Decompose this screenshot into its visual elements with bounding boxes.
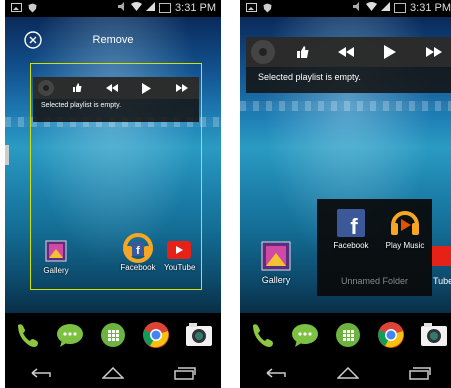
- left-phone-screen: 3:31 PM Remove Selected playlist is empt…: [5, 0, 221, 388]
- chrome-icon[interactable]: [142, 321, 170, 349]
- folder-app-play-music[interactable]: Play Music: [381, 207, 429, 250]
- dock: [5, 313, 221, 357]
- right-phone-screen: 3:31 PM Selected playlist is empty. Gall…: [240, 0, 451, 388]
- status-bar: 3:31 PM: [240, 0, 451, 17]
- app-label: Gallery: [261, 275, 291, 285]
- album-art-icon: [246, 37, 280, 67]
- home-icon[interactable]: [333, 363, 363, 383]
- picture-notification-icon: [11, 3, 22, 16]
- edge-handle: [5, 145, 9, 165]
- phone-icon[interactable]: [248, 321, 276, 349]
- nav-bar: [5, 357, 221, 388]
- wifi-icon: [366, 2, 378, 14]
- music-widget[interactable]: Selected playlist is empty.: [33, 77, 199, 122]
- app-label: Facebook: [120, 263, 156, 272]
- open-folder: f Facebook Play Music Unnamed Folder: [317, 199, 432, 296]
- battery-icon: [159, 3, 172, 13]
- facebook-icon: f: [123, 233, 153, 263]
- remove-bar[interactable]: Remove: [5, 17, 221, 62]
- app-label: Gallery: [43, 266, 69, 275]
- play-music-icon: [391, 211, 419, 235]
- folder-name[interactable]: Unnamed Folder: [317, 276, 432, 286]
- dock: [240, 313, 451, 357]
- gallery-icon: [261, 241, 291, 271]
- app-gallery[interactable]: Gallery: [256, 241, 296, 285]
- youtube-icon: [167, 241, 191, 259]
- next-icon[interactable]: [164, 84, 199, 92]
- play-icon[interactable]: [368, 45, 412, 59]
- status-time: 3:31 PM: [410, 2, 451, 14]
- gallery-icon: [45, 240, 67, 262]
- play-icon[interactable]: [129, 82, 164, 94]
- app-label: Facebook: [333, 241, 369, 250]
- app-drawer-icon[interactable]: [99, 321, 127, 349]
- thumbs-up-icon[interactable]: [59, 83, 94, 93]
- chrome-icon[interactable]: [377, 321, 405, 349]
- camera-icon[interactable]: [185, 321, 213, 349]
- speaker-icon: [353, 2, 362, 14]
- previous-icon[interactable]: [324, 47, 368, 57]
- app-facebook[interactable]: f Facebook: [119, 231, 157, 272]
- thumbs-up-icon[interactable]: [280, 45, 324, 59]
- folder-app-facebook[interactable]: f Facebook: [329, 209, 373, 250]
- svg-text:f: f: [350, 214, 358, 237]
- youtube-icon[interactable]: [430, 246, 451, 266]
- messaging-icon[interactable]: [56, 321, 84, 349]
- album-art-icon: [33, 77, 59, 99]
- status-bar: 3:31 PM: [5, 0, 221, 17]
- facebook-icon: f: [337, 209, 365, 239]
- phone-icon[interactable]: [13, 321, 41, 349]
- svg-text:f: f: [136, 245, 140, 257]
- next-icon[interactable]: [412, 47, 451, 57]
- shield-notification-icon: [263, 3, 272, 16]
- nav-bar: [240, 357, 451, 388]
- status-time: 3:31 PM: [175, 2, 216, 14]
- picture-notification-icon: [246, 3, 257, 16]
- signal-icon: [146, 2, 156, 14]
- remove-label[interactable]: Remove: [5, 34, 221, 46]
- app-youtube[interactable]: YouTube: [164, 241, 196, 272]
- music-widget[interactable]: Selected playlist is empty.: [246, 37, 451, 93]
- home-icon[interactable]: [98, 363, 128, 383]
- messaging-icon[interactable]: [291, 321, 319, 349]
- app-label-partial: Tube: [433, 276, 451, 286]
- battery-icon: [394, 3, 407, 13]
- app-drawer-icon[interactable]: [334, 321, 362, 349]
- signal-icon: [381, 2, 391, 14]
- app-gallery[interactable]: Gallery: [41, 240, 71, 275]
- app-label: YouTube: [164, 263, 196, 272]
- widget-message: Selected playlist is empty.: [258, 72, 361, 82]
- shield-notification-icon: [28, 3, 37, 16]
- camera-icon[interactable]: [420, 321, 448, 349]
- previous-icon[interactable]: [94, 84, 129, 92]
- widget-message: Selected playlist is empty.: [41, 102, 122, 109]
- back-icon[interactable]: [261, 363, 291, 383]
- recents-icon[interactable]: [170, 363, 200, 383]
- back-icon[interactable]: [26, 363, 56, 383]
- wifi-icon: [131, 2, 143, 14]
- recents-icon[interactable]: [405, 363, 435, 383]
- app-label: Play Music: [385, 241, 425, 250]
- speaker-icon: [118, 2, 127, 14]
